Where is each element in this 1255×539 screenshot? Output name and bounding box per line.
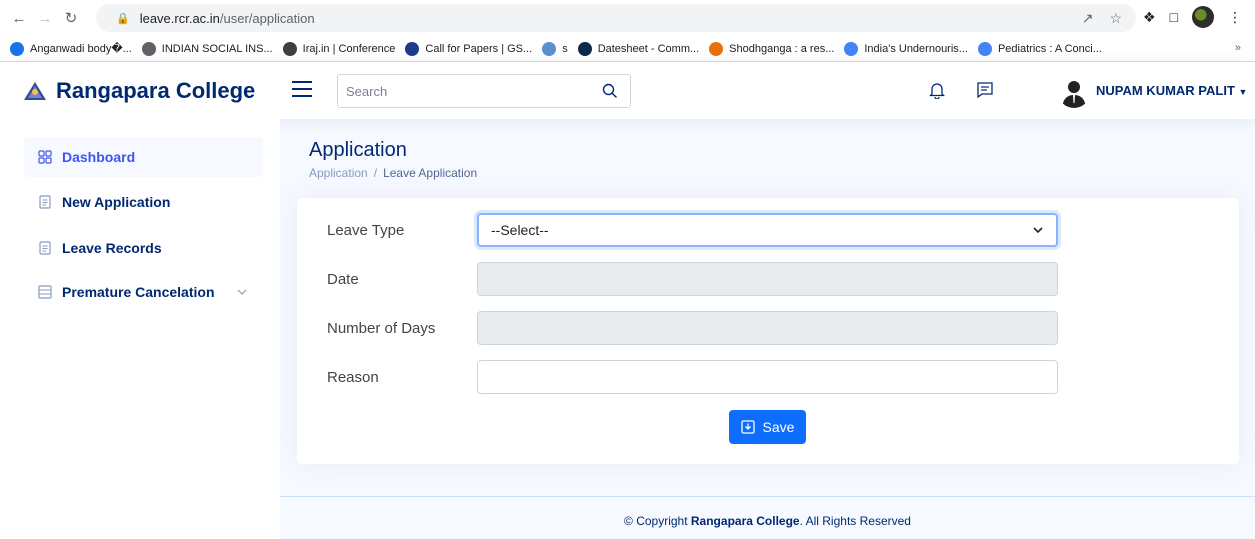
bookmark-label: Iraj.in | Conference — [302, 42, 396, 55]
document-icon — [39, 195, 51, 209]
sidebar-item-label: Dashboard — [62, 149, 136, 165]
url-path: /user/application — [219, 10, 315, 26]
layout-icon — [38, 285, 52, 299]
url-host: leave.rcr.ac.in — [139, 10, 220, 26]
datesheet-icon — [577, 41, 592, 56]
google-icon — [844, 41, 859, 56]
bookmark-item[interactable]: Pediatrics : A Conci... — [977, 41, 1102, 56]
bookmark-label: Datesheet - Comm... — [597, 42, 700, 55]
save-button-label: Save — [762, 419, 795, 435]
bookmark-label: INDIAN SOCIAL INS... — [161, 42, 273, 55]
footer-divider — [280, 496, 1255, 497]
sidebar-item-leave-records[interactable]: Leave Records — [24, 228, 263, 268]
leave-type-select[interactable]: --Select-- — [477, 213, 1058, 247]
shodhganga-icon — [709, 41, 724, 56]
save-button[interactable]: Save — [729, 410, 806, 444]
breadcrumb-separator: / — [373, 166, 378, 180]
bookmark-star-icon[interactable]: ☆ — [1109, 10, 1122, 27]
share-icon[interactable]: ↗ — [1082, 10, 1094, 27]
browser-toolbar: ← → ↻ 🔒 leave.rcr.ac.in/user/application… — [0, 0, 1255, 36]
sidebar-item-dashboard[interactable]: Dashboard — [24, 137, 263, 177]
reason-row: Reason — [327, 359, 1059, 395]
bookmark-item[interactable]: Anganwadi body�... — [10, 41, 132, 56]
lock-icon: 🔒 — [116, 12, 130, 25]
forward-arrow-icon[interactable]: → — [32, 5, 58, 31]
bookmark-label: Pediatrics : A Conci... — [997, 42, 1102, 55]
user-menu[interactable]: NUPAM KUMAR PALIT ▼ — [1096, 83, 1247, 98]
bookmark-item[interactable]: Iraj.in | Conference — [282, 41, 396, 56]
address-bar[interactable]: 🔒 leave.rcr.ac.in/user/application ↗ ☆ — [96, 4, 1136, 32]
bookmark-label: Shodhganga : a res... — [729, 42, 835, 55]
leave-type-value: --Select-- — [491, 222, 549, 238]
site-icon — [542, 41, 557, 56]
side-panel-icon[interactable]: □ — [1170, 9, 1178, 25]
bookmark-item[interactable]: Shodhganga : a res... — [709, 41, 835, 56]
days-label: Number of Days — [327, 319, 436, 337]
profile-avatar[interactable] — [1192, 6, 1215, 28]
bookmark-label: India's Undernouris... — [864, 42, 968, 55]
breadcrumb-current: Leave Application — [383, 166, 478, 180]
footer: © Copyright Rangapara College. All Right… — [280, 514, 1255, 528]
bookmark-item[interactable]: s — [542, 41, 568, 56]
chevron-down-icon — [1033, 227, 1043, 234]
sidebar-toggle-icon[interactable] — [292, 81, 312, 97]
leave-type-row: Leave Type --Select-- — [327, 212, 1059, 248]
bookmark-item[interactable]: INDIAN SOCIAL INS... — [141, 41, 273, 56]
brand-name: Rangapara College — [56, 77, 256, 103]
browser-menu-icon[interactable]: ⋮ — [1228, 9, 1242, 26]
back-arrow-icon[interactable]: ← — [6, 5, 32, 31]
date-row: Date — [327, 261, 1059, 297]
breadcrumb-link-application[interactable]: Application — [309, 166, 368, 180]
sidebar-item-label: New Application — [62, 194, 171, 210]
google-icon — [977, 41, 992, 56]
footer-prefix: © Copyright — [624, 514, 691, 528]
bookmark-item[interactable]: Datesheet - Comm... — [577, 41, 700, 56]
reload-icon[interactable]: ↻ — [58, 5, 84, 31]
sidebar-item-premature-cancelation[interactable]: Premature Cancelation — [24, 272, 263, 312]
more-bookmarks-icon[interactable]: » — [1235, 42, 1241, 54]
bookmark-label: s — [562, 42, 568, 55]
date-field[interactable] — [477, 262, 1058, 296]
brand-logo[interactable]: Rangapara College — [22, 78, 255, 104]
breadcrumb: Application / Leave Application — [309, 166, 477, 180]
globe-icon — [10, 41, 24, 56]
extensions-puzzle-icon[interactable]: ❖ — [1143, 9, 1156, 26]
chevron-down-icon — [237, 289, 246, 295]
bell-icon[interactable] — [929, 81, 945, 99]
document-icon — [39, 241, 51, 255]
sidebar-item-label: Leave Records — [62, 240, 162, 256]
globe-icon — [141, 41, 156, 56]
search-input[interactable] — [346, 76, 586, 106]
sidebar-item-new-application[interactable]: New Application — [24, 182, 263, 222]
bookmark-item[interactable]: India's Undernouris... — [844, 41, 968, 56]
sidebar: Dashboard New Application Leave Records … — [0, 119, 280, 539]
reason-field[interactable] — [477, 360, 1058, 394]
save-icon — [740, 420, 755, 434]
leave-type-label: Leave Type — [327, 221, 405, 239]
grid-icon — [38, 150, 52, 164]
page-title: Application — [309, 139, 407, 161]
footer-suffix: . All Rights Reserved — [799, 514, 911, 528]
user-avatar[interactable] — [1058, 76, 1090, 108]
footer-brand: Rangapara College — [690, 514, 800, 528]
user-name: NUPAM KUMAR PALIT — [1096, 83, 1235, 98]
messages-icon[interactable] — [976, 81, 994, 99]
application-form-card: Leave Type --Select-- Date Number of Day… — [297, 198, 1239, 464]
search-icon[interactable] — [602, 83, 618, 99]
reason-label: Reason — [327, 368, 379, 386]
sidebar-item-label: Premature Cancelation — [62, 284, 215, 300]
un-icon — [405, 41, 420, 56]
days-row: Number of Days — [327, 310, 1059, 346]
caret-down-icon: ▼ — [1238, 87, 1248, 97]
bookmark-label: Anganwadi body�... — [30, 43, 132, 55]
number-of-days-field[interactable] — [477, 311, 1058, 345]
bookmarks-bar: Anganwadi body�... INDIAN SOCIAL INS... Ir… — [0, 36, 1255, 62]
search-box — [337, 74, 631, 108]
iraj-icon — [282, 41, 297, 56]
college-logo-icon — [24, 81, 46, 100]
bookmark-label: Call for Papers | GS... — [425, 42, 533, 55]
bookmark-item[interactable]: Call for Papers | GS... — [405, 41, 533, 56]
date-label: Date — [327, 270, 359, 288]
app-header: Rangapara College NUPAM KUMAR PALIT ▼ — [0, 62, 1255, 119]
